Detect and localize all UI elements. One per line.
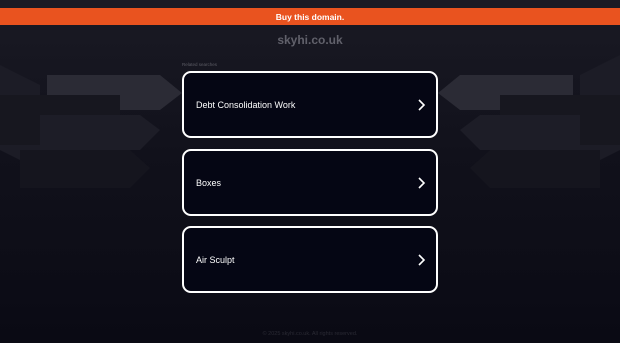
chevron-right-icon: [418, 176, 426, 189]
footer-copyright: © 2025 skyhi.co.uk. All rights reserved.: [262, 331, 358, 337]
related-link-label[interactable]: Debt Consolidation Work: [196, 100, 295, 110]
chevron-right-icon: [418, 253, 426, 266]
domain-title: skyhi.co.uk: [277, 33, 343, 47]
related-link-boxes[interactable]: Boxes: [182, 149, 438, 216]
related-link-label[interactable]: Boxes: [196, 178, 221, 188]
page: Buy this domain. skyhi.co.uk Related sea…: [0, 0, 620, 343]
buy-domain-label[interactable]: Buy this domain.: [276, 12, 344, 22]
related-link-label[interactable]: Air Sculpt: [196, 255, 235, 265]
related-link-air-sculpt[interactable]: Air Sculpt: [182, 226, 438, 293]
buy-domain-banner[interactable]: Buy this domain.: [0, 8, 620, 25]
related-searches-heading: Related searches: [182, 62, 218, 67]
chevron-right-icon: [418, 98, 426, 111]
related-link-debt-consolidation-work[interactable]: Debt Consolidation Work: [182, 71, 438, 138]
